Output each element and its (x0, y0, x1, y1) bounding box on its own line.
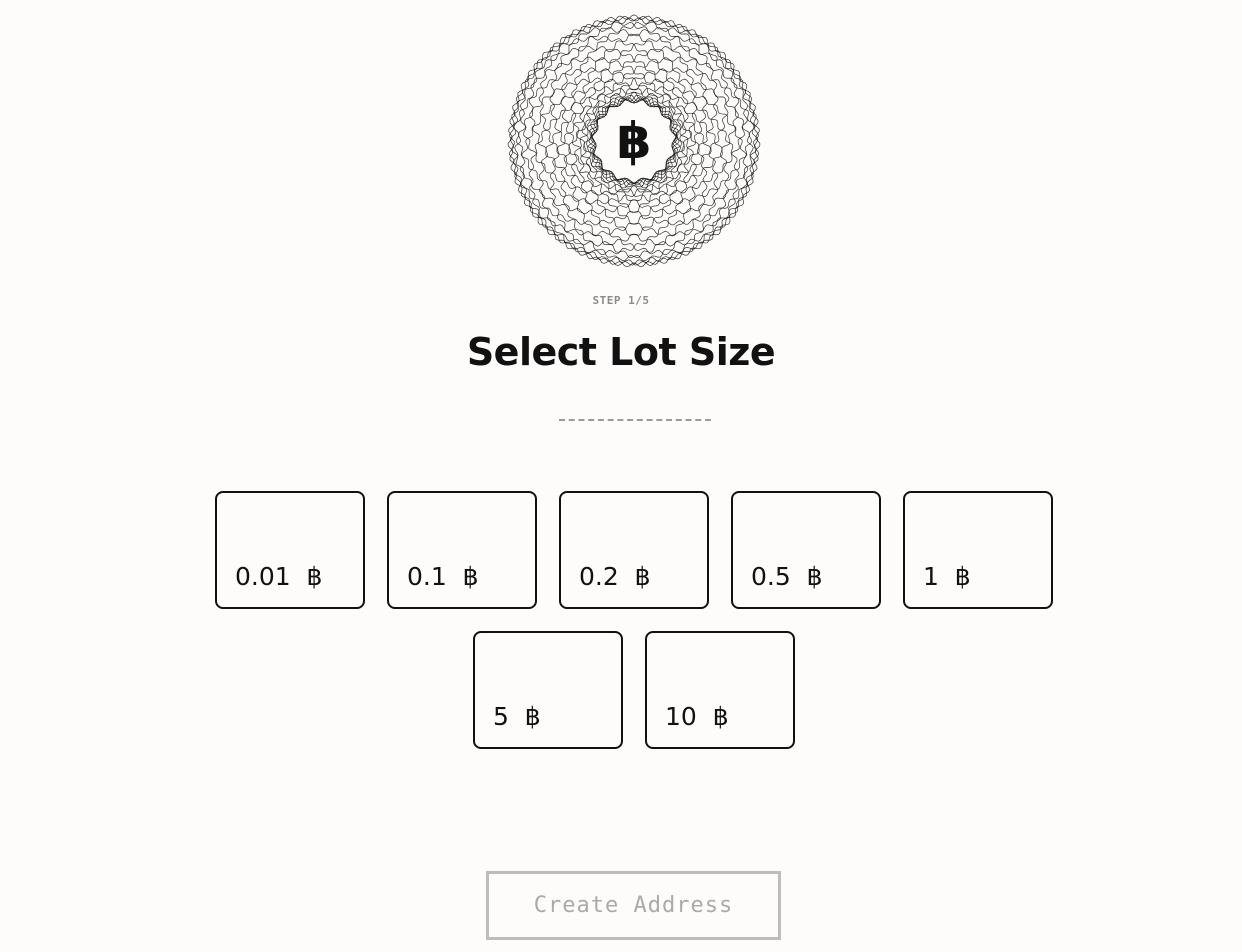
create-address-button[interactable]: Create Address (486, 871, 781, 940)
page-title: Select Lot Size (466, 330, 776, 374)
dashed-divider (559, 419, 711, 421)
lot-option-label: 0.2 ฿ (579, 562, 651, 591)
lot-option-0-01[interactable]: 0.01 ฿ (215, 491, 365, 609)
step-indicator: STEP 1/5 (592, 294, 650, 307)
lot-option-label: 10 ฿ (665, 702, 729, 731)
lot-option-10[interactable]: 10 ฿ (645, 631, 795, 749)
lot-option-label: 0.1 ฿ (407, 562, 479, 591)
lot-option-label: 5 ฿ (493, 702, 541, 731)
lot-option-5[interactable]: 5 ฿ (473, 631, 623, 749)
lot-option-label: 1 ฿ (923, 562, 971, 591)
bitcoin-logo: ฿ (501, 8, 767, 274)
lot-option-1[interactable]: 1 ฿ (903, 491, 1053, 609)
lot-size-page: ฿ STEP 1/5 Select Lot Size 0.01 ฿ 0.1 ฿ … (0, 0, 1242, 952)
lot-option-label: 0.5 ฿ (751, 562, 823, 591)
lot-option-0-5[interactable]: 0.5 ฿ (731, 491, 881, 609)
lot-option-label: 0.01 ฿ (235, 562, 323, 591)
lot-size-options: 0.01 ฿ 0.1 ฿ 0.2 ฿ 0.5 ฿ 1 ฿ 5 ฿ 10 ฿ (134, 491, 1134, 749)
lot-option-0-1[interactable]: 0.1 ฿ (387, 491, 537, 609)
lot-option-0-2[interactable]: 0.2 ฿ (559, 491, 709, 609)
bitcoin-icon: ฿ (616, 112, 652, 170)
